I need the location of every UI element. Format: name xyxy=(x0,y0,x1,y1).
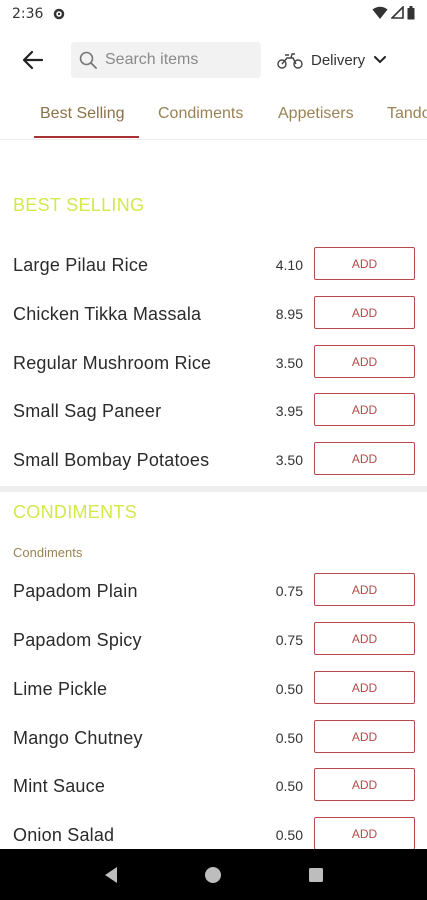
section-title-condiments: CONDIMENTS xyxy=(13,502,137,522)
add-button[interactable]: ADD xyxy=(314,622,415,655)
item-price: 0.75 xyxy=(275,583,303,599)
add-button[interactable]: ADD xyxy=(314,720,415,753)
item-name: Chicken Tikka Massala xyxy=(13,304,202,324)
nav-back-button[interactable] xyxy=(91,855,131,895)
tab-best-selling[interactable]: Best Selling xyxy=(40,96,125,136)
circle-home-icon xyxy=(205,866,222,883)
section-divider xyxy=(0,486,427,492)
list-item: Mango Chutney 0.50 ADD xyxy=(0,720,427,760)
signal-icon xyxy=(390,5,404,22)
square-recents-icon xyxy=(308,867,323,882)
triangle-back-icon xyxy=(105,866,118,883)
item-name: Small Sag Paneer xyxy=(13,401,162,421)
arrow-left-icon xyxy=(22,50,44,70)
delivery-selector[interactable]: Delivery xyxy=(277,50,387,70)
item-name: Mint Sauce xyxy=(13,776,106,796)
status-time: 2:36 xyxy=(12,6,44,22)
item-price: 0.50 xyxy=(275,778,303,794)
app-bar: Delivery xyxy=(0,36,427,84)
section-title-best-selling: BEST SELLING xyxy=(13,195,145,215)
add-button[interactable]: ADD xyxy=(314,296,415,329)
list-item: Chicken Tikka Massala 8.95 ADD xyxy=(0,296,427,336)
item-name: Papadom Spicy xyxy=(13,630,142,650)
wifi-icon xyxy=(372,6,388,23)
tab-tandoori[interactable]: Tandoori xyxy=(387,96,427,136)
search-icon xyxy=(79,51,97,69)
item-price: 0.75 xyxy=(275,632,303,648)
add-button[interactable]: ADD xyxy=(314,393,415,426)
add-button[interactable]: ADD xyxy=(314,671,415,704)
add-button[interactable]: ADD xyxy=(314,573,415,606)
tab-appetisers[interactable]: Appetisers xyxy=(278,96,354,136)
add-button[interactable]: ADD xyxy=(314,247,415,280)
item-name: Onion Salad xyxy=(13,825,115,845)
system-nav-bar xyxy=(0,849,427,900)
search-box[interactable] xyxy=(71,42,261,78)
list-item: Large Pilau Rice 4.10 ADD xyxy=(0,247,427,287)
item-name: Large Pilau Rice xyxy=(13,255,149,275)
item-price: 3.50 xyxy=(275,355,303,371)
add-button[interactable]: ADD xyxy=(314,345,415,378)
list-item: Papadom Spicy 0.75 ADD xyxy=(0,622,427,662)
item-price: 3.95 xyxy=(275,403,303,419)
chevron-down-icon xyxy=(374,56,387,64)
item-price: 0.50 xyxy=(275,681,303,697)
list-item: Regular Mushroom Rice 3.50 ADD xyxy=(0,345,427,385)
tab-indicator xyxy=(34,136,139,138)
nav-recents-button[interactable] xyxy=(296,855,336,895)
item-name: Lime Pickle xyxy=(13,679,108,699)
add-button[interactable]: ADD xyxy=(314,442,415,475)
item-price: 0.50 xyxy=(275,730,303,746)
search-input[interactable] xyxy=(105,51,255,69)
add-button[interactable]: ADD xyxy=(314,817,415,850)
battery-icon xyxy=(407,5,415,23)
list-item: Small Bombay Potatoes 3.50 ADD xyxy=(0,442,427,482)
list-item: Papadom Plain 0.75 ADD xyxy=(0,573,427,613)
add-button[interactable]: ADD xyxy=(314,768,415,801)
status-bar: 2:36 xyxy=(0,0,427,28)
item-name: Papadom Plain xyxy=(13,581,138,601)
scooter-icon xyxy=(277,53,303,69)
section-subtitle: Condiments xyxy=(13,545,83,560)
gear-icon xyxy=(53,8,65,20)
item-name: Small Bombay Potatoes xyxy=(13,450,210,470)
item-price: 4.10 xyxy=(275,257,303,273)
nav-home-button[interactable] xyxy=(193,855,233,895)
item-price: 3.50 xyxy=(275,452,303,468)
delivery-label: Delivery xyxy=(311,51,366,69)
item-name: Mango Chutney xyxy=(13,728,143,748)
item-price: 8.95 xyxy=(275,306,303,322)
item-name: Regular Mushroom Rice xyxy=(13,353,212,373)
status-icons xyxy=(372,5,415,23)
category-tabs: Best Selling Condiments Appetisers Tando… xyxy=(0,96,427,140)
list-item: Lime Pickle 0.50 ADD xyxy=(0,671,427,711)
list-item: Mint Sauce 0.50 ADD xyxy=(0,768,427,808)
list-item: Small Sag Paneer 3.95 ADD xyxy=(0,393,427,433)
back-button[interactable] xyxy=(18,45,48,75)
tab-condiments[interactable]: Condiments xyxy=(158,96,243,136)
item-price: 0.50 xyxy=(275,827,303,843)
